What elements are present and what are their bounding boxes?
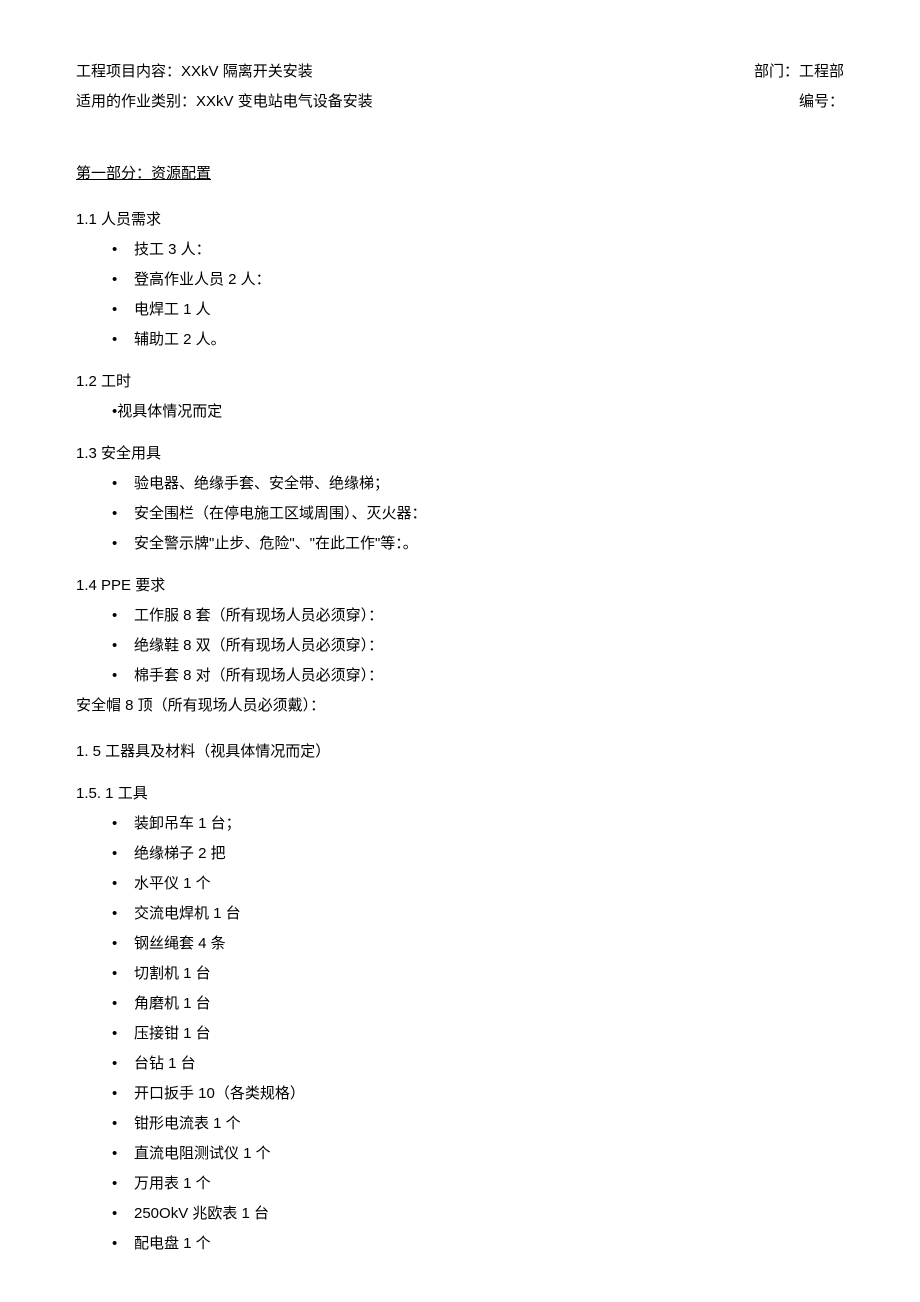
ppe-list: 工作服 8 套（所有现场人员必须穿）： 绝缘鞋 8 双（所有现场人员必须穿）： … <box>76 604 844 688</box>
list-item: 绝缘鞋 8 双（所有现场人员必须穿）： <box>112 634 844 658</box>
personnel-list: 技工 3 人： 登高作业人员 2 人： 电焊工 1 人 辅助工 2 人。 <box>76 238 844 352</box>
list-item: 电焊工 1 人 <box>112 298 844 322</box>
list-item: 压接钳 1 台 <box>112 1022 844 1046</box>
list-item: 直流电阻测试仪 1 个 <box>112 1142 844 1166</box>
ppe-trailing: 安全帽 8 顶（所有现场人员必须戴）： <box>76 694 844 718</box>
work-hours-note: •视具体情况而定 <box>76 400 844 424</box>
subsection-1-4-label: 1.4 PPE 要求 <box>76 574 844 598</box>
list-item: 开口扳手 10（各类规格） <box>112 1082 844 1106</box>
list-item: 万用表 1 个 <box>112 1172 844 1196</box>
list-item: 250OkV 兆欧表 1 台 <box>112 1202 844 1226</box>
list-item: 辅助工 2 人。 <box>112 328 844 352</box>
subsection-1-5-1-label: 1.5. 1 工具 <box>76 782 844 806</box>
subsection-1-2-label: 1.2 工时 <box>76 370 844 394</box>
list-item: 配电盘 1 个 <box>112 1232 844 1256</box>
department-label: 部门： <box>754 63 799 80</box>
list-item: 水平仪 1 个 <box>112 872 844 896</box>
project-content-label: 工程项目内容： <box>76 63 181 80</box>
subsection-1-3-label: 1.3 安全用具 <box>76 442 844 466</box>
list-item: 工作服 8 套（所有现场人员必须穿）： <box>112 604 844 628</box>
list-item: 钢丝绳套 4 条 <box>112 932 844 956</box>
work-type-label: 适用的作业类别： <box>76 93 196 110</box>
section-title: 第一部分：资源配置 <box>76 162 844 186</box>
list-item: 登高作业人员 2 人： <box>112 268 844 292</box>
list-item: 交流电焊机 1 台 <box>112 902 844 926</box>
list-item: 安全围栏（在停电施工区域周围）、灭火器： <box>112 502 844 526</box>
subsection-1-1-label: 1.1 人员需求 <box>76 208 844 232</box>
safety-tools-list: 验电器、绝缘手套、安全带、绝缘梯； 安全围栏（在停电施工区域周围）、灭火器： 安… <box>76 472 844 556</box>
list-item: 绝缘梯子 2 把 <box>112 842 844 866</box>
project-content-value: XXkV 隔离开关安装 <box>181 63 313 80</box>
subsection-1-5-label: 1. 5 工器具及材料（视具体情况而定） <box>76 740 844 764</box>
list-item: 钳形电流表 1 个 <box>112 1112 844 1136</box>
list-item: 角磨机 1 台 <box>112 992 844 1016</box>
number-label: 编号： <box>799 93 844 110</box>
list-item: 技工 3 人： <box>112 238 844 262</box>
department-value: 工程部 <box>799 63 844 80</box>
list-item: 装卸吊车 1 台； <box>112 812 844 836</box>
work-type-value: XXkV 变电站电气设备安装 <box>196 93 373 110</box>
list-item: 安全警示牌"止步、危险"、"在此工作"等：。 <box>112 532 844 556</box>
list-item: 台钻 1 台 <box>112 1052 844 1076</box>
list-item: 切割机 1 台 <box>112 962 844 986</box>
list-item: 验电器、绝缘手套、安全带、绝缘梯； <box>112 472 844 496</box>
list-item: 棉手套 8 对（所有现场人员必须穿）： <box>112 664 844 688</box>
tools-list: 装卸吊车 1 台； 绝缘梯子 2 把 水平仪 1 个 交流电焊机 1 台 钢丝绳… <box>76 812 844 1256</box>
